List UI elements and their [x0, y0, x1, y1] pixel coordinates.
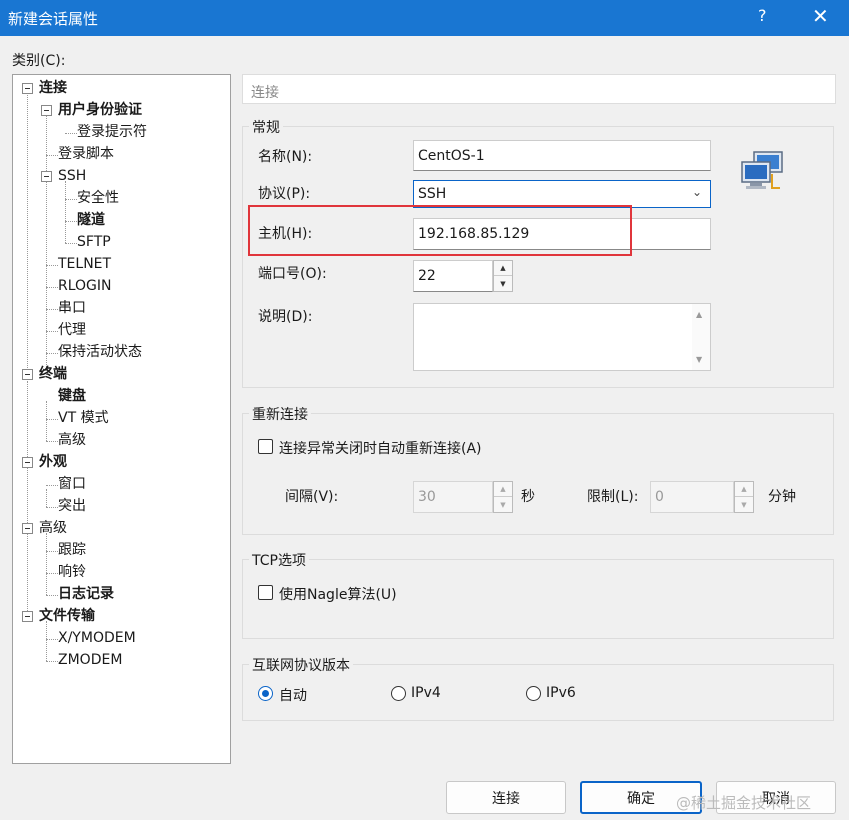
category-label: 类别(C): — [12, 53, 66, 69]
tcp-group-title: TCP选项 — [249, 550, 309, 570]
interval-unit: 秒 — [521, 489, 535, 505]
general-group-title: 常规 — [249, 117, 283, 137]
limit-down-icon[interactable]: ▼ — [735, 497, 753, 512]
tree-item[interactable]: SSH — [58, 165, 86, 187]
limit-input-value: 0 — [655, 489, 664, 505]
interval-up-icon[interactable]: ▲ — [494, 482, 512, 497]
interval-label: 间隔(V): — [285, 489, 339, 505]
tree-item[interactable]: 跟踪 — [58, 539, 86, 561]
tree-item[interactable]: 安全性 — [77, 187, 119, 209]
chevron-down-icon: ⌄ — [691, 185, 702, 199]
window-title: 新建会话属性 — [8, 10, 99, 28]
interval-input[interactable]: 30 — [413, 481, 493, 513]
tree-item[interactable]: 串口 — [58, 297, 86, 319]
tree-item[interactable]: VT 模式 — [58, 407, 109, 429]
tree-item[interactable]: 登录提示符 — [77, 121, 147, 143]
tree-item[interactable]: 高级 — [58, 429, 86, 451]
description-textarea[interactable]: ▲ ▼ — [413, 303, 711, 371]
expand-toggle-terminal[interactable] — [22, 369, 33, 380]
ip-auto-radio[interactable] — [258, 686, 273, 701]
auto-reconnect-label[interactable]: 连接异常关闭时自动重新连接(A) — [279, 438, 482, 458]
name-input-value: CentOS-1 — [418, 147, 485, 164]
expand-toggle-ssh[interactable] — [41, 171, 52, 182]
scroll-down-icon[interactable]: ▼ — [696, 355, 702, 364]
ipv6-label[interactable]: IPv6 — [546, 685, 576, 701]
close-button[interactable]: ✕ — [812, 4, 829, 28]
protocol-label: 协议(P): — [258, 186, 311, 202]
tree-item[interactable]: 键盘 — [58, 385, 86, 407]
host-highlight-box — [248, 205, 632, 256]
limit-unit: 分钟 — [768, 489, 796, 505]
tree-item[interactable]: 登录脚本 — [58, 143, 114, 165]
tree-item[interactable]: 外观 — [39, 451, 67, 473]
port-spinner[interactable]: ▲ ▼ — [493, 260, 513, 292]
port-down-icon[interactable]: ▼ — [494, 276, 512, 291]
description-label: 说明(D): — [258, 309, 313, 325]
panel-header: 连接 — [242, 74, 836, 104]
reconnect-group-title: 重新连接 — [249, 404, 311, 424]
limit-up-icon[interactable]: ▲ — [735, 482, 753, 497]
ipv6-radio[interactable] — [526, 686, 541, 701]
tree-item[interactable]: 用户身份验证 — [58, 99, 142, 121]
interval-spinner[interactable]: ▲ ▼ — [493, 481, 513, 513]
name-label: 名称(N): — [258, 149, 313, 165]
tree-item[interactable]: 高级 — [39, 517, 67, 539]
scroll-up-icon[interactable]: ▲ — [696, 310, 702, 319]
tree-item[interactable]: SFTP — [77, 231, 111, 253]
tree-item[interactable]: TELNET — [58, 253, 111, 275]
expand-toggle-advanced[interactable] — [22, 523, 33, 534]
limit-label: 限制(L): — [587, 489, 639, 505]
name-input[interactable]: CentOS-1 — [413, 140, 711, 171]
expand-toggle-auth[interactable] — [41, 105, 52, 116]
tree-item[interactable]: 响铃 — [58, 561, 86, 583]
help-button[interactable]: ? — [758, 6, 767, 25]
nagle-checkbox[interactable] — [258, 585, 273, 600]
tree-item[interactable]: ZMODEM — [58, 649, 122, 671]
protocol-select[interactable]: SSH ⌄ — [413, 180, 711, 208]
port-label: 端口号(O): — [258, 266, 327, 282]
watermark: @稀土掘金技术社区 — [676, 794, 812, 812]
port-input[interactable]: 22 — [413, 260, 493, 292]
ipv4-label[interactable]: IPv4 — [411, 685, 441, 701]
limit-input[interactable]: 0 — [650, 481, 734, 513]
tree-item[interactable]: 隧道 — [77, 209, 105, 231]
interval-input-value: 30 — [418, 489, 436, 505]
nagle-label[interactable]: 使用Nagle算法(U) — [279, 584, 397, 604]
tree-item[interactable]: 连接 — [39, 77, 67, 99]
tree-item[interactable]: 日志记录 — [58, 583, 114, 605]
tree-item[interactable]: 保持活动状态 — [58, 341, 142, 363]
protocol-select-value: SSH — [418, 186, 447, 202]
auto-reconnect-checkbox[interactable] — [258, 439, 273, 454]
tree-item[interactable]: X/YMODEM — [58, 627, 136, 649]
port-input-value: 22 — [418, 268, 436, 284]
port-up-icon[interactable]: ▲ — [494, 261, 512, 276]
tree-item[interactable]: 窗口 — [58, 473, 86, 495]
tree-item[interactable]: 文件传输 — [39, 605, 95, 627]
tree-item[interactable]: RLOGIN — [58, 275, 112, 297]
expand-toggle-appearance[interactable] — [22, 457, 33, 468]
network-computers-icon — [741, 151, 783, 189]
ip-auto-label[interactable]: 自动 — [279, 685, 307, 705]
category-tree: 连接 用户身份验证 登录提示符 登录脚本 SSH 安全性 隧道 SFTP TELNET RLOGI… — [12, 74, 231, 764]
tree-item[interactable]: 终端 — [39, 363, 67, 385]
connect-button[interactable]: 连接 — [446, 781, 566, 814]
tree-item[interactable]: 突出 — [58, 495, 86, 517]
expand-toggle-filetransfer[interactable] — [22, 611, 33, 622]
reconnect-group: 重新连接 — [242, 404, 834, 535]
interval-down-icon[interactable]: ▼ — [494, 497, 512, 512]
ipv4-radio[interactable] — [391, 686, 406, 701]
description-scrollbar[interactable]: ▲ ▼ — [692, 304, 710, 370]
tree-item[interactable]: 代理 — [58, 319, 86, 341]
title-bar: 新建会话属性 ? ✕ — [0, 0, 849, 36]
expand-toggle-connection[interactable] — [22, 83, 33, 94]
limit-spinner[interactable]: ▲ ▼ — [734, 481, 754, 513]
ip-version-group-title: 互联网协议版本 — [249, 655, 353, 675]
